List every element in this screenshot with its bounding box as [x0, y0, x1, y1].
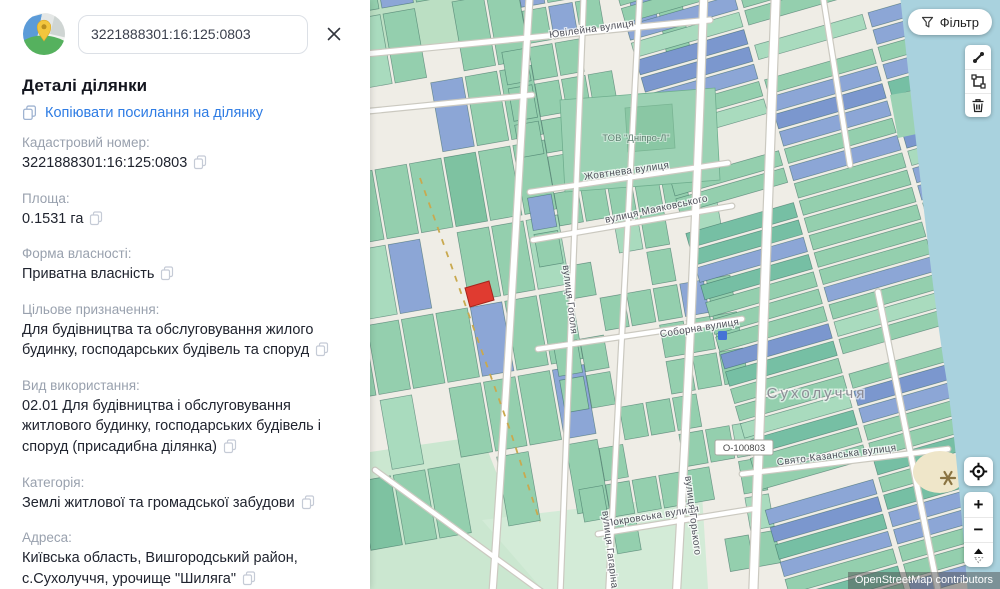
- close-icon: [327, 27, 341, 41]
- field-address: Адреса: Київська область, Вишгородський …: [22, 530, 348, 589]
- copy-icon[interactable]: [301, 495, 315, 517]
- ruler-icon: [972, 51, 984, 63]
- copy-icon[interactable]: [89, 210, 103, 233]
- zoom-controls: + −: [964, 492, 993, 567]
- funnel-icon: [921, 16, 933, 27]
- town-label: Сухолуччя: [767, 385, 868, 402]
- field-value: 0.1531 га: [22, 210, 84, 227]
- locate-me-button[interactable]: [964, 457, 993, 486]
- search-input[interactable]: [78, 14, 308, 54]
- map-attribution[interactable]: OpenStreetMap contributors: [847, 572, 1000, 589]
- field-value: Для будівництва та обслуговування жилого…: [22, 321, 314, 359]
- area-frame-icon: [970, 74, 986, 89]
- bus-stop-icon: [718, 331, 727, 340]
- app-logo-icon[interactable]: [22, 12, 66, 56]
- field-label: Цільове призначення:: [22, 301, 160, 317]
- clear-measurements-button[interactable]: [965, 93, 991, 117]
- measure-area-button[interactable]: [965, 69, 991, 93]
- field-use-type: Вид використання: 02.01 Для будівництва …: [22, 378, 348, 461]
- trash-icon: [972, 99, 984, 113]
- panel-header: [22, 12, 348, 56]
- field-label: Форма власності:: [22, 246, 132, 262]
- copy-parcel-link[interactable]: Копіювати посилання на ділянку: [22, 105, 348, 121]
- zoom-in-button[interactable]: +: [964, 492, 993, 517]
- field-label: Категорія:: [22, 474, 85, 490]
- copy-link-icon: [22, 105, 37, 121]
- copy-link-label: Копіювати посилання на ділянку: [45, 105, 264, 121]
- field-value: 3221888301:16:125:0803: [22, 155, 188, 171]
- field-value: Приватна власність: [22, 266, 155, 283]
- zoom-step-button[interactable]: [964, 542, 993, 567]
- close-panel-button[interactable]: [320, 20, 348, 48]
- draw-tools: [965, 45, 991, 117]
- field-value: 02.01 Для будівництва і обслуговування ж…: [22, 397, 321, 456]
- zoom-out-button[interactable]: −: [964, 517, 993, 542]
- field-cadastral-number: Кадастровий номер: 3221888301:16:125:080…: [22, 135, 348, 177]
- field-value: Землі житлової та громадської забудови: [22, 494, 295, 511]
- filter-label: Фільтр: [939, 14, 979, 30]
- road-ref-label: О-100803: [723, 443, 765, 454]
- page-title: Деталі ділянки: [22, 76, 148, 95]
- copy-icon[interactable]: [160, 266, 174, 288]
- measure-distance-button[interactable]: [965, 45, 991, 69]
- details-panel: Деталі ділянки Копіювати посилання на ді…: [0, 0, 370, 589]
- copy-icon[interactable]: [242, 571, 256, 589]
- field-label: Адреса:: [22, 530, 72, 546]
- field-area: Площа: 0.1531 га: [22, 191, 348, 233]
- copy-icon[interactable]: [193, 155, 207, 177]
- field-label: Вид використання:: [22, 377, 140, 393]
- field-purpose: Цільове призначення: Для будівництва та …: [22, 302, 348, 364]
- filter-button[interactable]: Фільтр: [907, 9, 992, 35]
- map-canvas: Ювілейна вулиця Жовтнева вулиця вулиця М…: [370, 0, 1000, 589]
- copy-icon[interactable]: [223, 439, 237, 461]
- field-ownership: Форма власності: Приватна власність: [22, 246, 348, 288]
- locate-icon: [969, 462, 988, 481]
- field-label: Площа:: [22, 190, 70, 206]
- copy-icon[interactable]: [315, 342, 329, 364]
- field-label: Кадастровий номер:: [22, 135, 150, 150]
- map[interactable]: Ювілейна вулиця Жовтнева вулиця вулиця М…: [370, 0, 1000, 589]
- company-label: ТОВ "Дніпро-Л": [602, 133, 669, 144]
- field-category: Категорія: Землі житлової та громадської…: [22, 475, 348, 517]
- field-value: Київська область, Вишгородський район, с…: [22, 550, 298, 587]
- cadastral-map-app: Деталі ділянки Копіювати посилання на ді…: [0, 0, 1000, 589]
- step-triangles-icon: [973, 548, 984, 563]
